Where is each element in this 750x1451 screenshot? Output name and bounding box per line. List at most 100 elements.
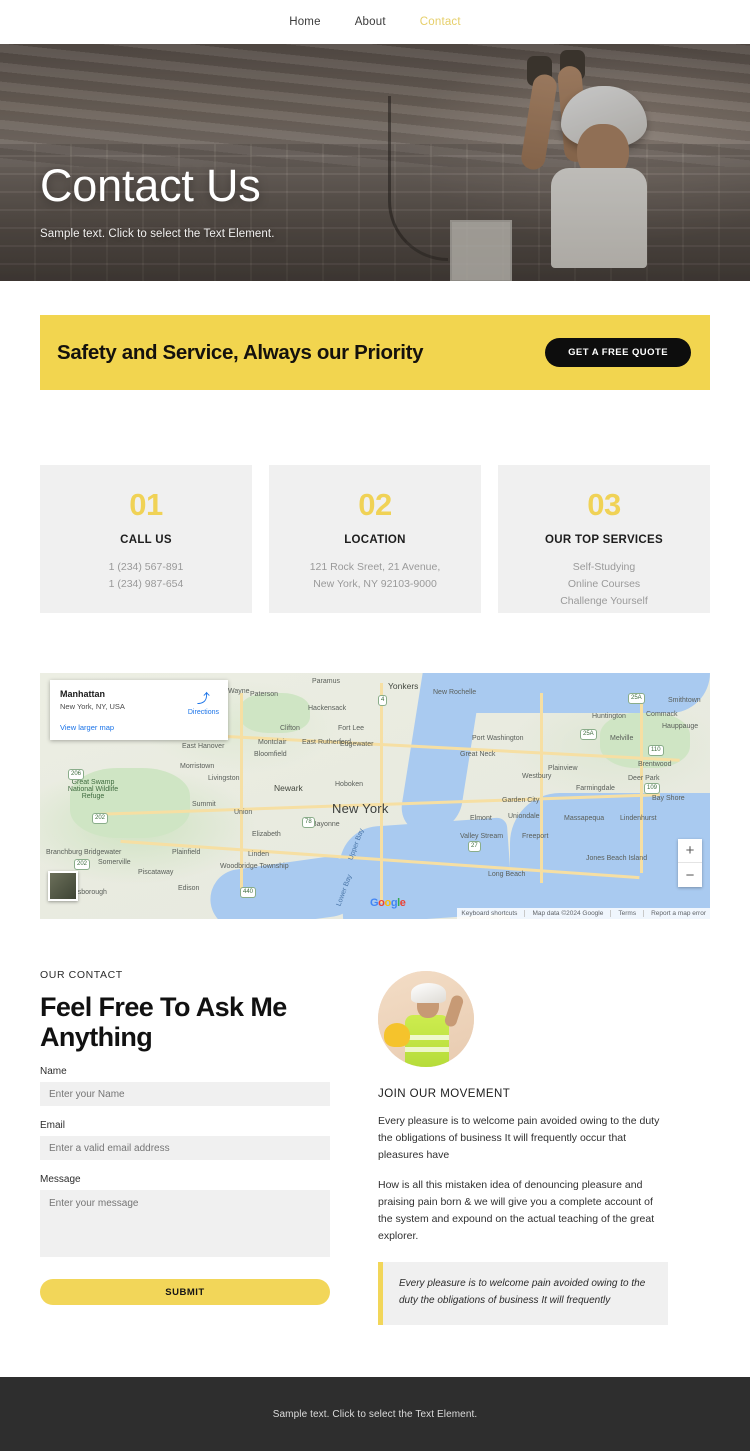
map-label-paterson: Paterson	[250, 691, 279, 698]
divider	[610, 910, 612, 917]
blockquote-text: Every pleasure is to welcome pain avoide…	[399, 1278, 646, 1306]
map-info-card[interactable]: Manhattan New York, NY, USA View larger …	[50, 680, 228, 740]
map-label-hackensack: Hackensack	[308, 705, 347, 712]
map-route-shield: 206	[68, 769, 85, 780]
map-label-great-neck: Great Neck	[460, 751, 496, 758]
report-map-error-link[interactable]: Report a map error	[651, 910, 706, 917]
terms-link[interactable]: Terms	[618, 910, 636, 917]
map-label-commack: Commack	[646, 711, 678, 718]
map-label-newark: Newark	[274, 783, 303, 793]
card-lines: 121 Rock Sreet, 21 Avenue, New York, NY …	[281, 559, 469, 593]
submit-button[interactable]: SUBMIT	[40, 1279, 330, 1306]
card-line-address-2: New York, NY 92103-9000	[313, 578, 437, 590]
map-route-shield: 4	[378, 695, 388, 706]
map-route-shield: 78	[302, 817, 315, 828]
footer-text: Sample text. Click to select the Text El…	[272, 1408, 478, 1420]
avatar-yellow-hardhat-icon	[384, 1023, 410, 1047]
map-zoom-out-button[interactable]: −	[678, 863, 702, 887]
page-title: Contact Us	[40, 160, 261, 211]
contact-form-column: OUR CONTACT Feel Free To Ask Me Anything…	[40, 969, 330, 1325]
message-label: Message	[40, 1174, 81, 1186]
email-input[interactable]	[40, 1136, 330, 1161]
map-label-deer-park: Deer Park	[628, 775, 660, 782]
card-line-service-3: Challenge Yourself	[560, 595, 648, 607]
card-number: 01	[129, 487, 163, 522]
email-label: Email	[40, 1120, 66, 1132]
map-label-east-rutherford: East Rutherford	[302, 739, 352, 746]
map-label-plainview: Plainview	[548, 765, 578, 772]
map-directions-button[interactable]: ⤴ Directions	[187, 691, 219, 717]
about-paragraph-1: Every pleasure is to welcome pain avoide…	[378, 1115, 660, 1161]
card-number: 03	[587, 487, 621, 522]
map-label-brentwood: Brentwood	[638, 761, 672, 768]
directions-label: Directions	[187, 709, 219, 716]
map-label-summit: Summit	[192, 801, 216, 808]
name-input[interactable]	[40, 1082, 330, 1107]
map-route-shield: 202	[92, 813, 109, 824]
card-lines: Self-Studying Online Courses Challenge Y…	[510, 559, 698, 610]
map-route-shield: 202	[74, 859, 91, 870]
view-larger-map-link[interactable]: View larger map	[60, 723, 218, 732]
keyboard-shortcuts-link[interactable]: Keyboard shortcuts	[461, 910, 517, 917]
map-label-elmont: Elmont	[470, 815, 492, 822]
map-label-new-rochelle: New Rochelle	[433, 689, 477, 696]
map-zoom-controls[interactable]: + −	[678, 839, 702, 887]
google-logo: Google	[370, 897, 406, 909]
card-line-service-2: Online Courses	[567, 578, 641, 590]
info-card-location: 02 LOCATION 121 Rock Sreet, 21 Avenue, N…	[269, 465, 481, 613]
map-label-melville: Melville	[610, 735, 634, 742]
directions-icon: ⤴	[196, 691, 210, 706]
map-label-paramus: Paramus	[312, 678, 341, 685]
get-free-quote-button[interactable]: GET A FREE QUOTE	[545, 338, 691, 367]
map-label-jones-beach: Jones Beach Island	[586, 855, 648, 862]
about-blockquote: Every pleasure is to welcome pain avoide…	[378, 1262, 668, 1325]
cta-title: Safety and Service, Always our Priority	[57, 340, 424, 364]
map-water-sound	[460, 673, 710, 713]
map-route-shield: 110	[648, 745, 664, 756]
about-title: JOIN OUR MOVEMENT	[378, 1088, 511, 1100]
map-label-yonkers: Yonkers	[388, 681, 419, 691]
map-label-elizabeth: Elizabeth	[252, 831, 281, 838]
map-label-new-york: New York	[332, 801, 389, 816]
map-data-text: Map data ©2024 Google	[532, 910, 604, 917]
main-navigation: Home About Contact	[0, 0, 750, 44]
map-zoom-in-button[interactable]: +	[678, 839, 702, 863]
map-label-uniondale: Uniondale	[508, 813, 540, 820]
map-road	[380, 683, 383, 903]
map-route-shield: 25A	[580, 729, 597, 740]
card-label: LOCATION	[344, 534, 406, 546]
map-label-smithtown: Smithtown	[668, 697, 701, 704]
map-attribution-bar: Keyboard shortcuts Map data ©2024 Google…	[457, 908, 710, 919]
map-streetview-thumbnail[interactable]	[48, 871, 78, 901]
email-field-group: Email	[40, 1120, 330, 1161]
map-label-bay-shore: Bay Shore	[652, 795, 685, 802]
map-label-great-swamp: Great Swamp National Wildlife Refuge	[67, 779, 119, 800]
map-label-freeport: Freeport	[522, 833, 549, 840]
google-map[interactable]: New York Newark Hoboken Yonkers Paramus …	[40, 673, 710, 919]
map-label-long-beach: Long Beach	[488, 871, 526, 878]
card-line-phone-2: 1 (234) 987-654	[108, 578, 184, 590]
divider	[643, 910, 645, 917]
map-label-huntington: Huntington	[592, 713, 626, 720]
map-label-valley-stream: Valley Stream	[460, 833, 504, 840]
nav-link-contact[interactable]: Contact	[420, 16, 461, 28]
contact-section: OUR CONTACT Feel Free To Ask Me Anything…	[0, 919, 750, 1325]
map-label-edison: Edison	[178, 885, 200, 892]
map-label-massapequa: Massapequa	[564, 815, 605, 822]
card-lines: 1 (234) 567-891 1 (234) 987-654	[52, 559, 240, 593]
nav-link-home[interactable]: Home	[289, 16, 320, 28]
card-number: 02	[358, 487, 392, 522]
map-label-montclair: Montclair	[258, 739, 287, 746]
map-label-wayne: Wayne	[228, 688, 250, 695]
nav-link-about[interactable]: About	[355, 16, 386, 28]
message-textarea[interactable]	[40, 1190, 330, 1258]
map-label-piscataway: Piscataway	[138, 869, 174, 876]
map-label-east-hanover: East Hanover	[182, 743, 225, 750]
name-field-group: Name	[40, 1066, 330, 1107]
hardhat-icon	[411, 983, 446, 1003]
divider	[524, 910, 526, 917]
map-label-morristown: Morristown	[180, 763, 215, 770]
map-road	[540, 693, 543, 883]
card-line-phone-1: 1 (234) 567-891	[108, 561, 184, 573]
map-label-hauppauge: Hauppauge	[662, 723, 699, 730]
